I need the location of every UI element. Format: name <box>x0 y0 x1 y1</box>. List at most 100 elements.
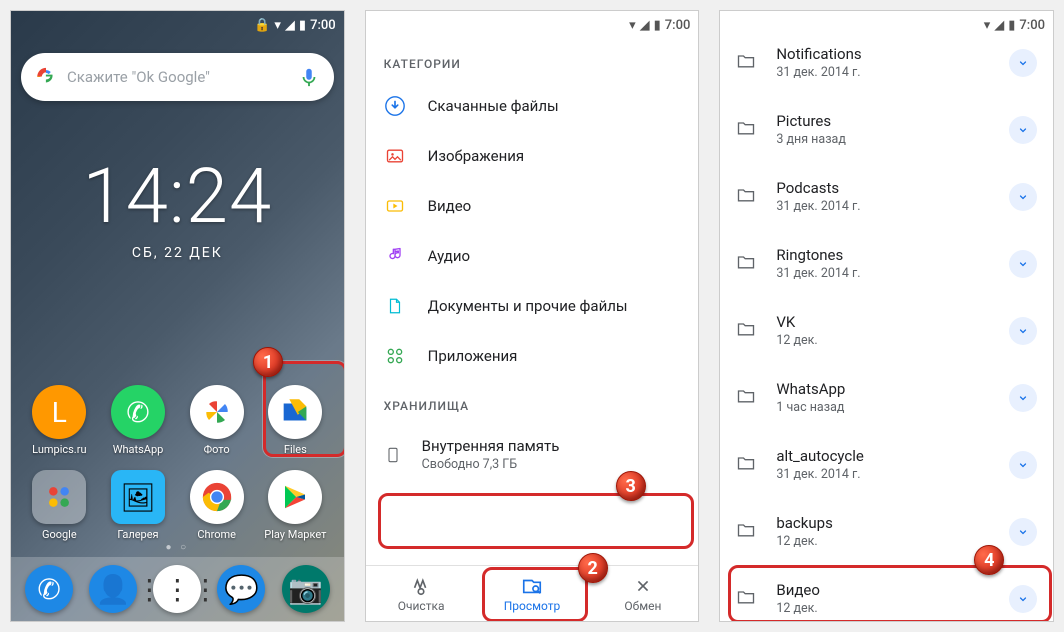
page-indicator: ● ○ <box>166 542 190 553</box>
cat-images[interactable]: Изображения <box>366 131 699 181</box>
folder-icon <box>736 185 756 209</box>
folder-more-button[interactable] <box>1009 518 1037 546</box>
badge-3: 3 <box>616 471 646 501</box>
folder-icon <box>736 520 756 544</box>
folder-icon <box>42 480 76 514</box>
folder-more-button[interactable] <box>1009 183 1037 211</box>
wifi-icon: ▾ <box>274 18 281 33</box>
google-search-bar[interactable]: Скажите "Ok Google" <box>21 53 334 101</box>
folder-row[interactable]: alt_autocycle 31 дек. 2014 г. <box>720 431 1053 498</box>
folder-name: VK <box>776 313 989 331</box>
folder-more-button[interactable] <box>1009 250 1037 278</box>
clock-time: 14:24 <box>11 151 344 241</box>
google-logo-icon <box>35 66 57 88</box>
cat-video[interactable]: Видео <box>366 181 699 231</box>
folder-more-button[interactable] <box>1009 49 1037 77</box>
app-photos[interactable]: Фото <box>180 385 253 456</box>
phone-files-categories: ▾ ◢ ▮ 7:00 КАТЕГОРИИ Скачанные файлы Изо… <box>365 10 700 622</box>
share-icon <box>632 575 654 597</box>
folder-name: WhatsApp <box>776 380 989 398</box>
status-time: 7:00 <box>310 18 336 33</box>
clock-date: СБ, 22 ДЕК <box>11 245 344 261</box>
app-chrome[interactable]: Chrome <box>180 470 253 541</box>
badge-2: 2 <box>578 553 608 583</box>
app-whatsapp[interactable]: ✆WhatsApp <box>102 385 175 456</box>
folder-icon <box>736 453 756 477</box>
dock-messages[interactable]: 💬 <box>217 565 265 613</box>
folder-date: 31 дек. 2014 г. <box>776 65 989 80</box>
battery-icon: ▮ <box>654 18 661 33</box>
folder-row[interactable]: Notifications 31 дек. 2014 г. <box>720 29 1053 96</box>
folder-row[interactable]: Видео 12 дек. <box>720 565 1053 621</box>
folder-icon <box>736 386 756 410</box>
folder-name: Pictures <box>776 112 989 130</box>
badge-1: 1 <box>253 347 283 377</box>
dock-phone[interactable]: ✆ <box>25 565 73 613</box>
dock-apps[interactable]: ⋮⋮⋮ <box>153 565 201 613</box>
folder-date: 1 час назад <box>776 400 989 415</box>
app-play-market[interactable]: Play Маркет <box>259 470 332 541</box>
tab-browse[interactable]: Просмотр <box>477 566 588 621</box>
files-icon <box>278 395 312 429</box>
folder-icon <box>736 252 756 276</box>
battery-icon: ▮ <box>299 18 306 33</box>
internal-storage[interactable]: Внутренняя память Свободно 7,3 ГБ <box>366 423 699 486</box>
bottom-nav: Очистка Просмотр Обмен <box>366 565 699 621</box>
clock-widget: 14:24 СБ, 22 ДЕК <box>11 151 344 261</box>
tab-clean[interactable]: Очистка <box>366 566 477 621</box>
folder-more-button[interactable] <box>1009 116 1037 144</box>
folder-name: backups <box>776 514 989 532</box>
cat-audio[interactable]: Аудио <box>366 231 699 281</box>
app-lumpics[interactable]: LLumpics.ru <box>23 385 96 456</box>
signal-icon: ◢ <box>285 18 295 33</box>
folder-more-button[interactable] <box>1009 451 1037 479</box>
home-wallpaper: 🔒 ▾ ◢ ▮ 7:00 Скажите "Ok Google" 14:24 С… <box>11 11 344 621</box>
status-bar: 🔒 ▾ ◢ ▮ 7:00 <box>11 11 344 39</box>
mic-icon[interactable] <box>298 66 320 88</box>
app-files[interactable]: Files <box>259 385 332 456</box>
dock-camera[interactable]: 📷 <box>282 565 330 613</box>
folder-more-button[interactable] <box>1009 317 1037 345</box>
cat-documents[interactable]: Документы и прочие файлы <box>366 281 699 331</box>
section-storage: ХРАНИЛИЩА <box>366 381 699 423</box>
folder-row[interactable]: Podcasts 31 дек. 2014 г. <box>720 163 1053 230</box>
folder-icon <box>736 51 756 75</box>
folder-date: 12 дек. <box>776 333 989 348</box>
section-categories: КАТЕГОРИИ <box>366 39 699 81</box>
play-icon <box>280 482 310 512</box>
phone-home: 🔒 ▾ ◢ ▮ 7:00 Скажите "Ok Google" 14:24 С… <box>10 10 345 622</box>
signal-icon: ◢ <box>640 18 650 33</box>
folder-row[interactable]: VK 12 дек. <box>720 297 1053 364</box>
folder-date: 31 дек. 2014 г. <box>776 199 989 214</box>
folder-name: Podcasts <box>776 179 989 197</box>
folder-date: 12 дек. <box>776 601 989 616</box>
app-gallery[interactable]: 🖼Галерея <box>102 470 175 541</box>
folder-more-button[interactable] <box>1009 384 1037 412</box>
files-content: КАТЕГОРИИ Скачанные файлы Изображения Ви… <box>366 39 699 565</box>
status-time: 7:00 <box>665 18 691 33</box>
folder-list[interactable]: Notifications 31 дек. 2014 г. Pictures3 дн… <box>720 29 1053 621</box>
apps-icon <box>384 345 406 367</box>
video-icon <box>384 195 406 217</box>
dock-contacts[interactable]: 👤 <box>89 565 137 613</box>
folder-date: 31 дек. 2014 г. <box>776 467 989 482</box>
document-icon <box>384 295 406 317</box>
folder-row[interactable]: Pictures3 дня назад <box>720 96 1053 163</box>
folder-name: Notifications <box>776 45 989 63</box>
photos-icon <box>201 396 233 428</box>
folder-icon <box>736 587 756 611</box>
cat-downloads[interactable]: Скачанные файлы <box>366 81 699 131</box>
folder-row[interactable]: WhatsApp 1 час назад <box>720 364 1053 431</box>
wifi-icon: ▾ <box>629 18 636 33</box>
cat-apps[interactable]: Приложения <box>366 331 699 381</box>
chrome-icon <box>200 480 234 514</box>
folder-name: alt_autocycle <box>776 447 989 465</box>
clean-icon <box>410 575 432 597</box>
folder-name: Видео <box>776 581 989 599</box>
phone-files-folders: ▾ ◢ ▮ 7:00 Notifications31 дек. 2014 г.P… <box>719 10 1054 622</box>
folder-row[interactable]: Ringtones31 дек. 2014 г. <box>720 230 1053 297</box>
folder-date: 31 дек. 2014 г. <box>776 266 989 281</box>
app-google-folder[interactable]: Google <box>23 470 96 541</box>
folder-icon <box>736 319 756 343</box>
folder-more-button[interactable] <box>1009 585 1037 613</box>
